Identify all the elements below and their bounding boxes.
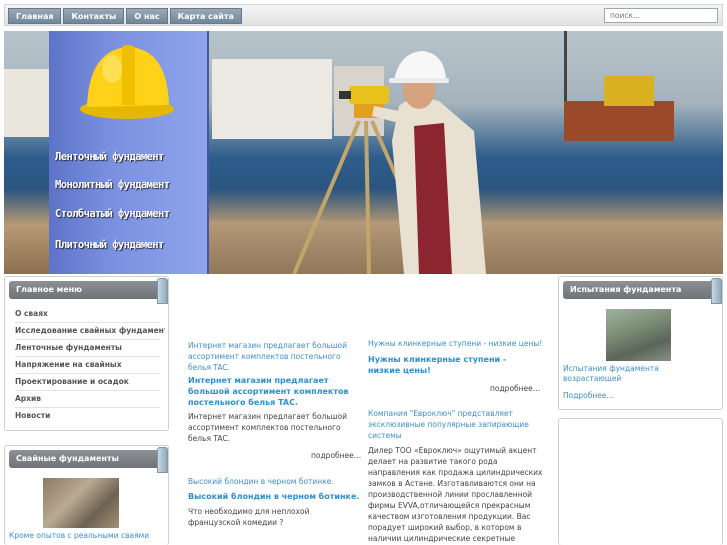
article-title-tall-blond[interactable]: Высокий блондин в черном ботинке. <box>188 491 363 502</box>
pile-foundations-box: Свайные фундаменты Кроме опытов с реальн… <box>4 445 169 545</box>
nav-about[interactable]: О нас <box>126 8 168 24</box>
surveyor-illustration <box>292 51 486 274</box>
article-title-clinker-steps[interactable]: Нужны клинкерные ступени - низкие цены! <box>368 354 538 376</box>
menu-item-strip-foundations[interactable]: Ленточные фундаменты <box>15 343 165 352</box>
banner-link-monolithic-foundation[interactable]: Монолитный фундамент <box>55 179 205 191</box>
menu-divider <box>15 322 160 323</box>
menu-item-pile-research[interactable]: Исследование свайных фундаментов <box>15 326 165 335</box>
ribbon-tab-icon <box>711 278 722 304</box>
article-body-euroclyuch: Дилер ТОО «Евроключ» ощутимый акцент дел… <box>368 446 543 543</box>
empty-right-box <box>558 418 723 545</box>
ship-shape <box>604 76 654 106</box>
pile-photo[interactable] <box>43 478 119 528</box>
main-menu-title-text: Главное меню <box>16 285 82 294</box>
pile-foundations-title: Свайные фундаменты <box>9 447 168 473</box>
banner-link-strip-foundation[interactable]: Ленточный фундамент <box>55 151 205 163</box>
banner-link-slab-foundation[interactable]: Плиточный фундамент <box>55 239 205 251</box>
foundation-testing-title: Испытания фундамента <box>563 278 722 304</box>
article-link-bedding-store[interactable]: Интернет магазин предлагает большой ассо… <box>188 340 363 373</box>
header-banner: Ленточный фундамент Монолитный фундамент… <box>4 31 723 274</box>
menu-item-pile-stress[interactable]: Напряжение на свайных <box>15 360 165 369</box>
main-menu-title: Главное меню <box>9 278 168 304</box>
foundation-testing-photo[interactable] <box>606 309 671 361</box>
article-more-clinker-steps[interactable]: подробнее… <box>490 383 540 394</box>
ribbon-tab-icon <box>157 278 168 304</box>
hard-hat-icon <box>80 45 174 119</box>
search-input[interactable] <box>604 8 718 23</box>
menu-divider <box>15 373 160 374</box>
foundation-types-panel: Ленточный фундамент Монолитный фундамент… <box>49 31 209 274</box>
nav-contacts[interactable]: Контакты <box>63 8 125 24</box>
article-more-bedding-store[interactable]: подробнее… <box>311 450 361 461</box>
menu-divider <box>15 407 160 408</box>
article-link-euroclyuch[interactable]: Компания "Евроключ" представляет эксклюз… <box>368 408 543 441</box>
main-nav: Главная Контакты О нас Карта сайта <box>8 8 242 24</box>
ship-shape <box>564 101 674 141</box>
menu-item-about-piles[interactable]: О сваях <box>15 309 165 318</box>
foundation-testing-box: Испытания фундамента Испытания фундамент… <box>558 276 723 410</box>
foundation-testing-title-text: Испытания фундамента <box>570 285 682 294</box>
pile-foundations-title-text: Свайные фундаменты <box>16 454 119 463</box>
banner-link-column-foundation[interactable]: Столбчатый фундамент <box>55 208 205 220</box>
top-navigation-bar: Главная Контакты О нас Карта сайта <box>4 4 723 26</box>
article-body-bedding-store: Интернет магазин предлагает большой ассо… <box>188 412 347 443</box>
menu-divider <box>15 339 160 340</box>
article-title-bedding-store[interactable]: Интернет магазин предлагает большой ассо… <box>188 375 363 408</box>
menu-divider <box>15 390 160 391</box>
menu-item-news[interactable]: Новости <box>15 411 165 420</box>
main-menu-box: Главное меню О сваях Исследование свайны… <box>4 276 169 431</box>
article-link-tall-blond[interactable]: Высокий блондин в черном ботинке. <box>188 476 363 487</box>
article-body-tall-blond: Что необходимо для неплохой французской … <box>188 507 310 527</box>
menu-item-archive[interactable]: Архив <box>15 394 165 403</box>
menu-divider <box>15 356 160 357</box>
ribbon-tab-icon <box>157 447 168 473</box>
foundation-testing-more-link[interactable]: Подробнее… <box>563 390 614 401</box>
foundation-testing-caption-link[interactable]: Испытания фундамента возрастающей <box>563 364 673 384</box>
pile-photo-caption-link[interactable]: Кроме опытов с реальными сваями <box>9 530 149 541</box>
nav-sitemap[interactable]: Карта сайта <box>169 8 242 24</box>
menu-item-design-settlement[interactable]: Проектирование и осадок <box>15 377 165 386</box>
building-shape <box>4 69 49 137</box>
nav-home[interactable]: Главная <box>8 8 62 24</box>
article-link-clinker-steps[interactable]: Нужны клинкерные ступени - низкие цены! <box>368 338 548 349</box>
